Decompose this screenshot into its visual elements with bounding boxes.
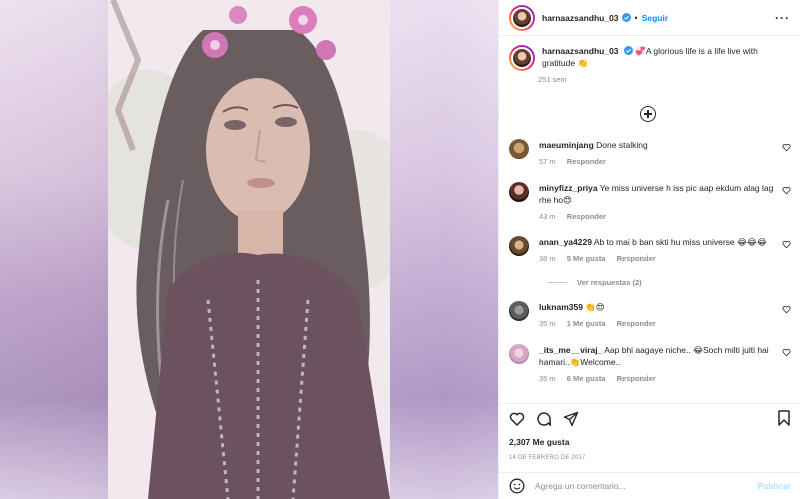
like-comment-heart-icon[interactable] [782, 143, 791, 152]
commenter-username[interactable]: _its_me__viraj_ [539, 345, 602, 355]
comment-bubble-icon[interactable] [536, 411, 552, 427]
add-comment-bar: Publicar [499, 472, 800, 499]
add-comment-input[interactable] [535, 481, 745, 491]
post-header: harnaazsandhu_03 • Seguir ··· [499, 0, 800, 36]
comment-meta: 35 m 6 Me gusta Responder [539, 373, 775, 385]
share-send-icon[interactable] [563, 411, 579, 427]
commenter-avatar[interactable] [509, 236, 529, 256]
follow-button[interactable]: Seguir [642, 13, 668, 23]
like-heart-icon[interactable] [509, 411, 525, 427]
comment-item: anan_ya4229 Ab to mai b ban skti hu miss… [509, 236, 794, 265]
post-media[interactable] [0, 0, 498, 499]
reply-button[interactable]: Responder [567, 212, 606, 221]
reply-button[interactable]: Responder [617, 374, 656, 383]
likes-count[interactable]: 2,307 Me gusta [509, 437, 791, 447]
post-caption: harnaazsandhu_03 💞A glorious life is a l… [499, 36, 800, 71]
comment-body: maeuminjang Done stalking 57 m Responder [539, 139, 775, 168]
comment-likes[interactable]: 5 Me gusta [567, 254, 606, 263]
load-more-comments-icon[interactable] [640, 106, 656, 122]
comment-meta: 43 m Responder [539, 211, 775, 223]
view-replies-button[interactable]: Ver respuestas (2) [547, 278, 642, 287]
commenter-username[interactable]: maeuminjang [539, 140, 594, 150]
commenter-avatar[interactable] [509, 139, 529, 159]
action-icons [509, 410, 791, 428]
comment-item: _its_me__viraj_ Aap bhi aagaye niche.. 😂… [509, 344, 794, 385]
view-replies-label: Ver respuestas (2) [577, 278, 642, 287]
caption-avatar-ring[interactable] [509, 45, 535, 71]
commenter-username[interactable]: minyfizz_priya [539, 183, 598, 193]
post-side-panel: harnaazsandhu_03 • Seguir ··· harnaazsan… [498, 0, 800, 499]
verified-badge-icon [623, 46, 633, 55]
comment-body: luknam359 👏😍 35 m 1 Me gusta Responder [539, 301, 775, 330]
commenter-avatar[interactable] [509, 301, 529, 321]
commenter-avatar[interactable] [509, 182, 529, 202]
comment-age: 43 m [539, 212, 556, 221]
commenter-avatar[interactable] [509, 344, 529, 364]
comment-text: Ab to mai b ban skti hu miss universe 😂😂… [593, 237, 767, 247]
comment-meta: 35 m 1 Me gusta Responder [539, 318, 775, 330]
commenter-username[interactable]: luknam359 [539, 302, 583, 312]
post-photo[interactable] [108, 0, 390, 499]
caption-text-block: harnaazsandhu_03 💞A glorious life is a l… [542, 45, 790, 71]
comment-item: minyfizz_priya Ye miss universe h iss pi… [509, 182, 794, 223]
blurred-background-right [388, 0, 498, 499]
comment-item: maeuminjang Done stalking 57 m Responder [509, 139, 794, 168]
reply-button[interactable]: Responder [567, 157, 606, 166]
like-comment-heart-icon[interactable] [782, 348, 791, 357]
comment-age: 35 m [539, 374, 556, 383]
verified-badge-icon [621, 13, 631, 22]
post-date: 14 DE FEBRERO DE 2017 [509, 455, 586, 461]
author-avatar [511, 6, 533, 29]
comment-text: 👏😍 [585, 302, 605, 312]
like-comment-heart-icon[interactable] [782, 305, 791, 314]
like-comment-heart-icon[interactable] [782, 186, 791, 195]
comment-text: Done stalking [596, 140, 648, 150]
author-username[interactable]: harnaazsandhu_03 [542, 13, 619, 23]
commenter-username[interactable]: anan_ya4229 [539, 237, 592, 247]
separator-dot: • [634, 12, 638, 23]
like-comment-heart-icon[interactable] [782, 240, 791, 249]
instagram-post-modal: harnaazsandhu_03 • Seguir ··· harnaazsan… [0, 0, 800, 499]
caption-avatar [511, 47, 533, 69]
comment-meta: 38 m 5 Me gusta Responder [539, 253, 775, 265]
emoji-icon[interactable] [509, 478, 525, 494]
comment-age: 35 m [539, 319, 556, 328]
comment-item: luknam359 👏😍 35 m 1 Me gusta Responder [509, 301, 794, 330]
comment-meta: 57 m Responder [539, 156, 775, 168]
caption-age: 251 sem [538, 75, 567, 84]
comment-likes[interactable]: 6 Me gusta [567, 374, 606, 383]
comment-body: anan_ya4229 Ab to mai b ban skti hu miss… [539, 236, 775, 265]
selfie-illustration [108, 0, 390, 499]
blurred-background-left [0, 0, 110, 499]
author-avatar-ring[interactable] [509, 4, 535, 31]
comment-age: 57 m [539, 157, 556, 166]
replies-line [547, 282, 567, 283]
reply-button[interactable]: Responder [617, 254, 656, 263]
comment-age: 38 m [539, 254, 556, 263]
comment-body: minyfizz_priya Ye miss universe h iss pi… [539, 182, 775, 223]
reply-button[interactable]: Responder [617, 319, 656, 328]
comment-likes[interactable]: 1 Me gusta [567, 319, 606, 328]
more-options-icon[interactable]: ··· [775, 11, 790, 25]
save-bookmark-icon[interactable] [777, 410, 791, 426]
publish-button[interactable]: Publicar [757, 481, 791, 491]
caption-username[interactable]: harnaazsandhu_03 [542, 46, 619, 56]
comment-body: _its_me__viraj_ Aap bhi aagaye niche.. 😂… [539, 344, 775, 385]
